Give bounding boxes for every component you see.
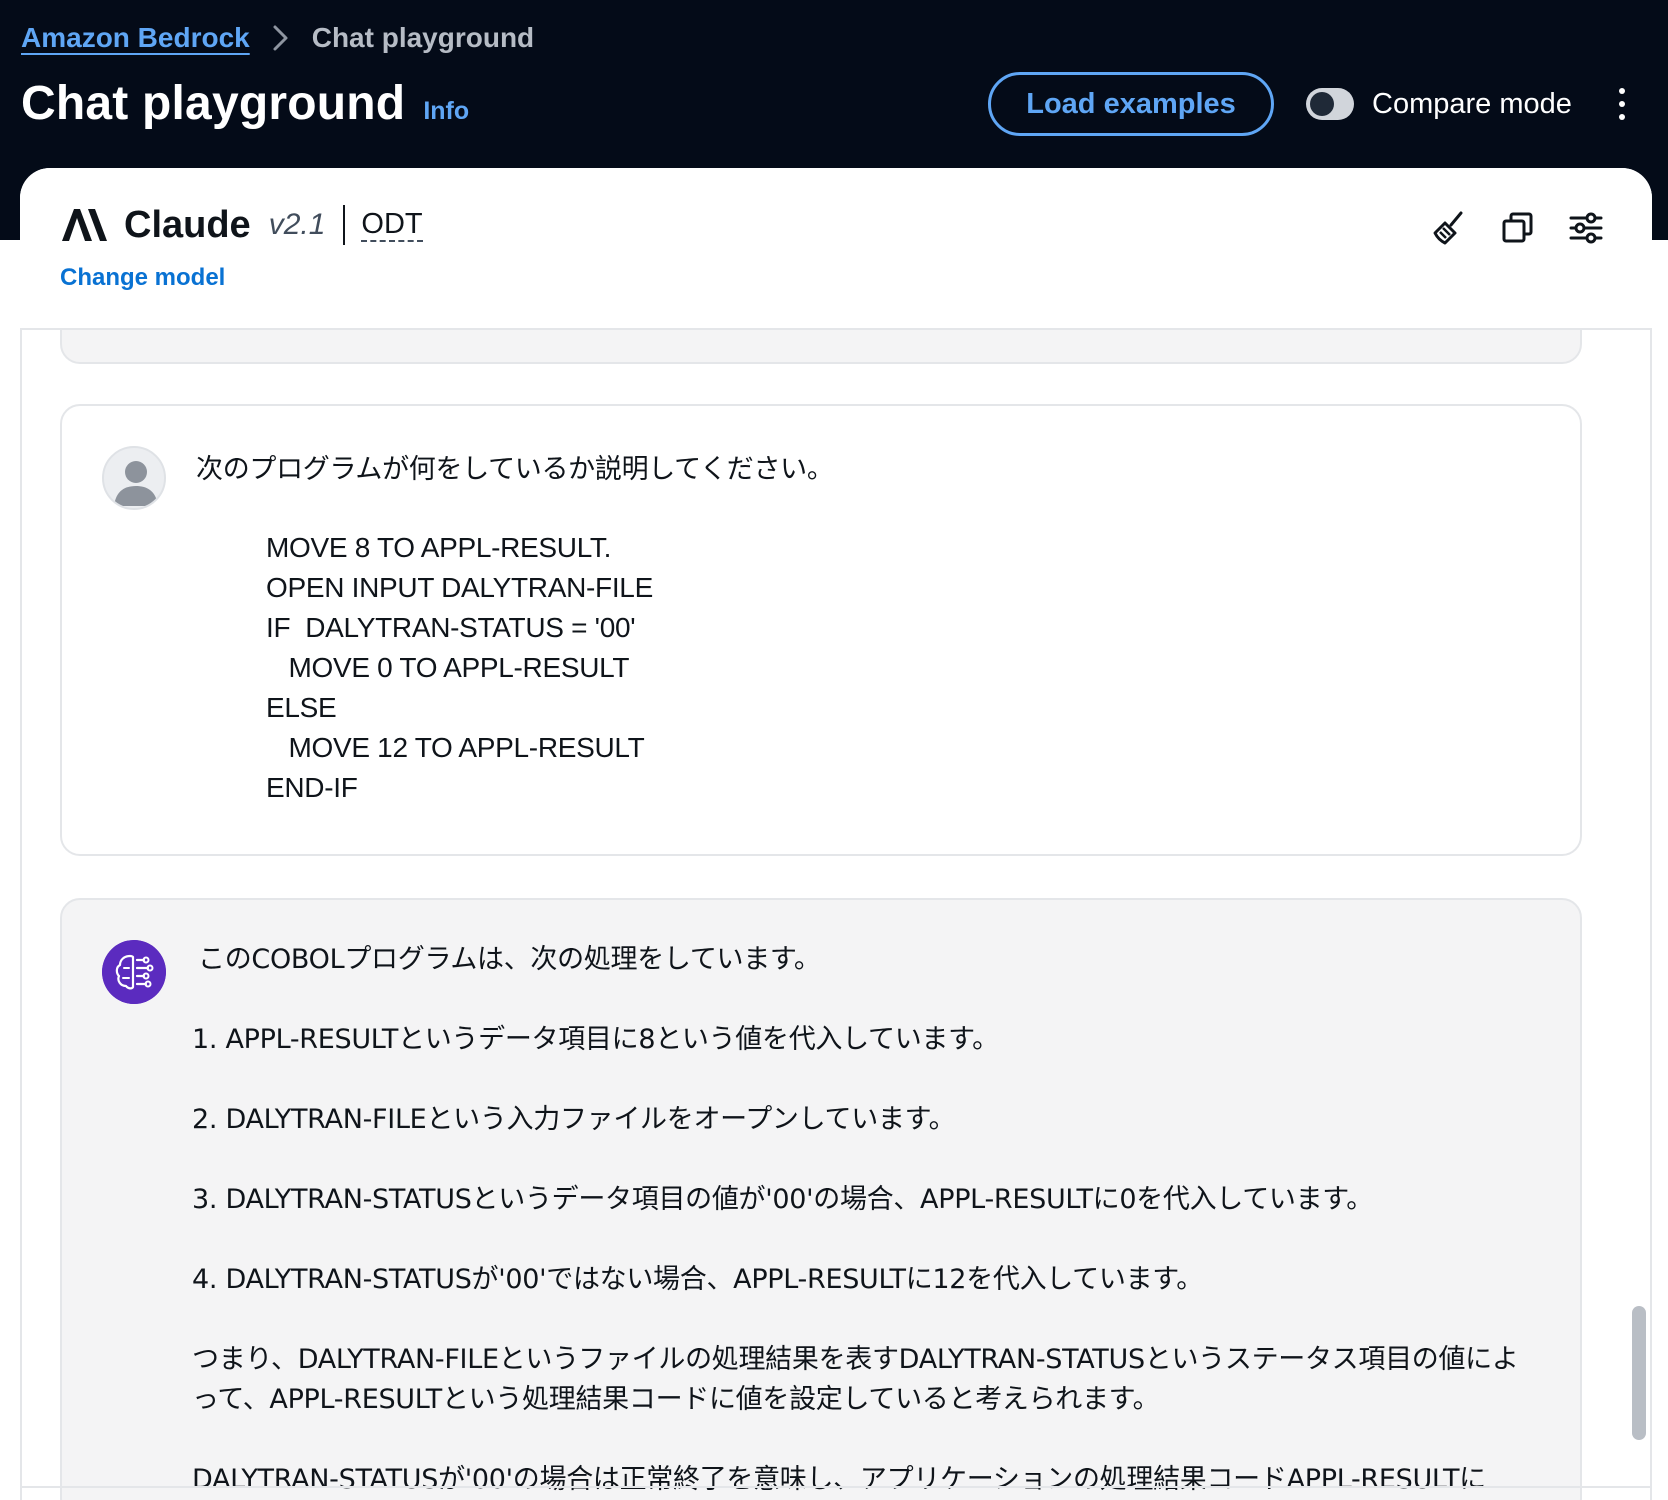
anthropic-logo-icon [62,209,107,241]
assistant-point-3: 3. DALYTRAN-STATUSというデータ項目の値が'00'の場合、APP… [192,1184,1374,1215]
user-message: 次のプログラムが何をしているか説明してください。 MOVE 8 TO APPL-… [60,404,1582,856]
info-link[interactable]: Info [423,97,469,126]
assistant-summary: つまり、DALYTRAN-FILEというファイルの処理結果を表すDALYTRAN… [192,1344,1519,1415]
breadcrumb-link-amazon-bedrock[interactable]: Amazon Bedrock [21,22,250,54]
compare-mode-toggle[interactable]: Compare mode [1306,84,1572,124]
kebab-menu-icon[interactable] [1612,80,1632,128]
change-model-link[interactable]: Change model [60,264,225,292]
chevron-right-icon [272,24,290,52]
chat-history[interactable]: 次のプログラムが何をしているか説明してください。 MOVE 8 TO APPL-… [20,330,1652,1500]
divider [343,205,346,245]
copy-icon[interactable] [1498,208,1538,248]
model-version: v2.1 [268,208,326,241]
compare-mode-label: Compare mode [1372,87,1572,120]
toggle-knob [1310,92,1334,116]
assistant-intro: このCOBOLプログラムは、次の処理をしています。 [198,944,821,975]
assistant-point-1: 1. APPL-RESULTというデータ項目に8という値を代入しています。 [192,1024,999,1055]
breadcrumb-current: Chat playground [311,22,535,53]
assistant-message-text: このCOBOLプログラムは、次の処理をしています。 1. APPL-RESULT… [192,940,1540,1500]
model-header: Claude v2.1 ODT Change model [20,168,1652,330]
panel-bottom-divider [20,1486,1652,1488]
assistant-note: DALYTRAN-STATUSが'00'の場合は正常終了を意味し、アプリケーショ… [192,1464,1486,1495]
model-inference-tag[interactable]: ODT [361,208,423,242]
page-title-row: Chat playground Info [21,76,469,138]
toggle-switch[interactable] [1306,88,1354,120]
brain-circuit-icon [102,940,166,1004]
user-message-text: 次のプログラムが何をしているか説明してください。 MOVE 8 TO APPL-… [192,450,1540,808]
chat-scrollbar-thumb[interactable] [1632,1306,1646,1440]
load-examples-button[interactable]: Load examples [988,72,1274,136]
user-message-prompt: 次のプログラムが何をしているか説明してください。 [196,454,834,485]
breadcrumb: Amazon Bedrock Chat playground [21,16,534,60]
user-avatar-icon [102,446,166,510]
model-info: Claude v2.1 ODT [60,200,423,250]
playground-panel: Claude v2.1 ODT Change model 次のプログラムが何をし… [20,168,1652,1500]
model-name: Claude [124,203,251,246]
assistant-point-2: 2. DALYTRAN-FILEという入力ファイルをオープンしています。 [192,1104,956,1135]
broom-icon[interactable] [1430,208,1470,248]
assistant-point-4: 4. DALYTRAN-STATUSが'00'ではない場合、APPL-RESUL… [192,1264,1203,1295]
user-message-code: MOVE 8 TO APPL-RESULT. OPEN INPUT DALYTR… [266,532,653,803]
assistant-message: このCOBOLプログラムは、次の処理をしています。 1. APPL-RESULT… [60,898,1582,1500]
sliders-icon[interactable] [1566,208,1606,248]
previous-message-card [60,330,1582,364]
header-actions [1430,208,1606,248]
page-title: Chat playground [21,77,406,130]
